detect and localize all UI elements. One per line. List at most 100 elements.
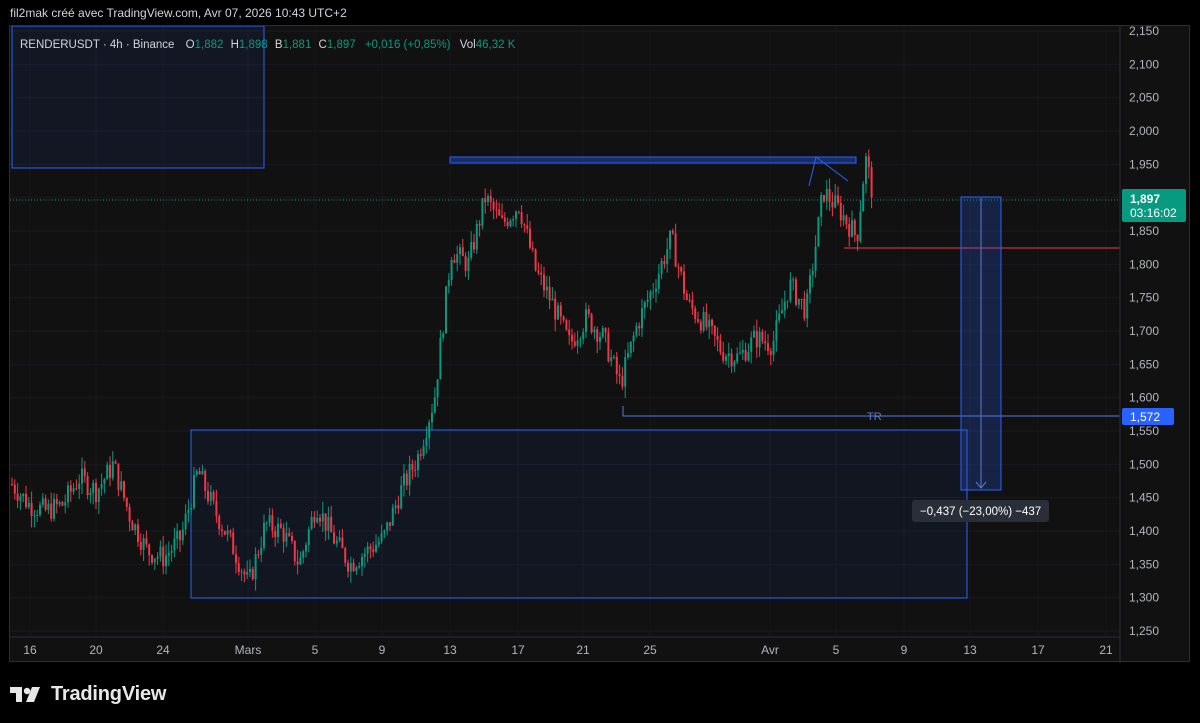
price-axis-label: 1,300 bbox=[1129, 591, 1159, 605]
legend-o-label: O bbox=[186, 39, 195, 51]
candle-body bbox=[604, 328, 607, 333]
candle-body bbox=[30, 502, 33, 516]
candle-body bbox=[128, 506, 131, 522]
candle-body bbox=[705, 312, 708, 328]
candle-body bbox=[207, 490, 209, 502]
candle-body bbox=[445, 286, 447, 334]
candle-body bbox=[386, 522, 389, 531]
candle-body bbox=[515, 211, 517, 219]
candle-body bbox=[335, 540, 338, 544]
candle-body bbox=[391, 507, 394, 526]
price-axis-label: 2,050 bbox=[1129, 91, 1159, 105]
candle-body bbox=[187, 509, 190, 514]
candle-body bbox=[349, 562, 352, 572]
candle-body bbox=[554, 298, 557, 320]
candle-body bbox=[240, 571, 243, 573]
candle-body bbox=[571, 335, 573, 342]
candle-body bbox=[198, 471, 201, 475]
candle-body bbox=[769, 350, 772, 355]
time-axis-label: 16 bbox=[23, 643, 37, 657]
candle-body bbox=[380, 532, 383, 542]
candle-body bbox=[81, 468, 83, 484]
time-axis-label: 25 bbox=[643, 643, 657, 657]
candle-body bbox=[825, 188, 828, 202]
demand-zone-box[interactable] bbox=[190, 429, 968, 599]
candle-body bbox=[851, 220, 853, 237]
candle-body bbox=[545, 286, 548, 291]
candlestick-chart[interactable]: TR 2,1502,1002,0502,0001,9501,9001,8501,… bbox=[10, 24, 1191, 663]
candle-body bbox=[565, 320, 568, 330]
candle-body bbox=[834, 195, 837, 208]
candle-body bbox=[271, 515, 274, 531]
range-top-band[interactable] bbox=[449, 156, 857, 164]
candle-body bbox=[27, 502, 30, 508]
price-axis-label: 1,650 bbox=[1129, 357, 1159, 371]
candle-body bbox=[806, 293, 809, 319]
candle-body bbox=[688, 299, 691, 301]
candle-body bbox=[495, 209, 498, 211]
price-axis-label: 1,950 bbox=[1129, 157, 1159, 171]
legend-o-value: 1,882 bbox=[195, 39, 224, 51]
candle-body bbox=[67, 485, 69, 503]
candle-body bbox=[786, 300, 789, 302]
candle-body bbox=[251, 568, 254, 580]
candle-body bbox=[702, 312, 705, 331]
candle-body bbox=[151, 555, 153, 563]
candle-body bbox=[19, 496, 22, 501]
candle-body bbox=[755, 330, 758, 348]
time-axis[interactable]: 16 20 24 Mars 5 9 13 17 21 25 Avr 5 9 13 17 21 bbox=[23, 643, 1113, 657]
candle-body bbox=[853, 220, 856, 236]
candle-body bbox=[506, 221, 509, 227]
candle-body bbox=[209, 492, 212, 502]
candle-body bbox=[520, 212, 523, 225]
candle-body bbox=[453, 260, 456, 263]
candle-body bbox=[540, 272, 543, 275]
candle-body bbox=[722, 352, 725, 361]
time-axis-label: 17 bbox=[511, 643, 525, 657]
price-axis-label: 1,800 bbox=[1129, 257, 1159, 271]
time-axis-label: 24 bbox=[156, 643, 170, 657]
candle-body bbox=[641, 308, 643, 329]
candle-body bbox=[680, 267, 683, 272]
candle-body bbox=[184, 513, 187, 530]
candle-body bbox=[148, 544, 151, 556]
candle-body bbox=[859, 211, 862, 242]
candle-body bbox=[310, 516, 313, 529]
candle-body bbox=[447, 279, 450, 287]
candle-body bbox=[725, 356, 727, 361]
candle-body bbox=[355, 567, 358, 572]
candle-body bbox=[512, 218, 515, 221]
candle-body bbox=[293, 540, 296, 562]
candle-body bbox=[797, 298, 800, 305]
candle-body bbox=[405, 473, 408, 486]
candle-body bbox=[613, 356, 615, 358]
price-axis-label: 1,600 bbox=[1129, 391, 1159, 405]
legend-h-label: H bbox=[231, 39, 239, 51]
time-axis-label: 17 bbox=[1031, 643, 1045, 657]
candle-body bbox=[685, 293, 688, 300]
candle-body bbox=[302, 551, 305, 558]
candle-body bbox=[750, 337, 753, 352]
candle-body bbox=[268, 515, 271, 523]
candle-body bbox=[464, 256, 467, 271]
candle-body bbox=[649, 291, 652, 300]
candle-body bbox=[699, 321, 702, 331]
candle-body bbox=[243, 571, 246, 575]
candle-body bbox=[313, 516, 316, 523]
candle-body bbox=[767, 343, 769, 351]
candle-body bbox=[97, 488, 100, 503]
candle-body bbox=[601, 328, 604, 337]
time-axis-label: 20 bbox=[89, 643, 103, 657]
candle-body bbox=[643, 302, 646, 309]
candle-body bbox=[607, 332, 610, 362]
candle-body bbox=[305, 545, 307, 552]
candle-body bbox=[36, 514, 39, 516]
candle-body bbox=[431, 412, 433, 423]
tradingview-logo[interactable]: TradingView bbox=[10, 681, 166, 707]
candle-body bbox=[254, 554, 257, 580]
time-axis-label: Mars bbox=[235, 643, 262, 657]
price-axis[interactable]: 2,1502,1002,0502,0001,9501,9001,8501,800… bbox=[1129, 24, 1159, 638]
candle-body bbox=[408, 463, 411, 486]
candle-body bbox=[156, 556, 159, 559]
candle-body bbox=[414, 469, 417, 471]
